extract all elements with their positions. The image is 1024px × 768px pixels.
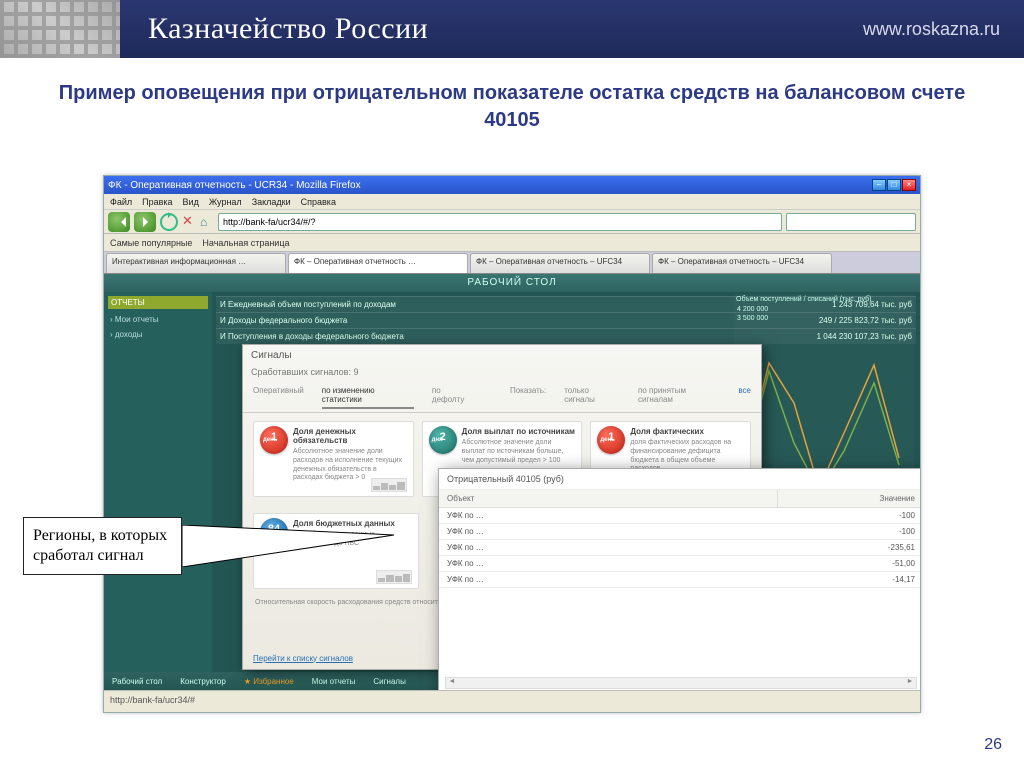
brand-building-image — [0, 0, 120, 58]
footer-favorites[interactable]: ★ Избранное — [244, 677, 294, 686]
dlg2-title: Отрицательный 40105 (руб) — [439, 469, 921, 490]
window-close-button[interactable]: × — [902, 179, 916, 191]
menu-help[interactable]: Справка — [301, 197, 336, 207]
chart-ytick2: 3 500 000 — [734, 314, 914, 323]
brand-header: Казначейство России www.roskazna.ru — [0, 0, 1024, 58]
window-minimize-button[interactable]: – — [872, 179, 886, 191]
page-number: 26 — [984, 736, 1002, 754]
table-row: УФК по …-14,17 — [439, 572, 921, 588]
tab-4[interactable]: ФК – Оперативная отчетность – UFC34 — [652, 253, 832, 273]
table-row: УФК по …-235,61 — [439, 540, 921, 556]
dlg1-show-label: Показать: — [510, 386, 546, 409]
negative-40105-dialog: Отрицательный 40105 (руб) Объект Значени… — [438, 468, 921, 713]
col-object: Объект — [439, 490, 778, 507]
card-body: Доля бюджетных данных доведенных до ПБС — [293, 531, 413, 549]
badge-icon: 84дня — [260, 518, 288, 546]
tab-1[interactable]: Интерактивная информационная … — [106, 253, 286, 273]
dlg1-filter-all[interactable]: все — [738, 386, 751, 409]
menu-edit[interactable]: Правка — [142, 197, 172, 207]
signal-card[interactable]: 1день Доля денежных обязательств Абсолют… — [253, 421, 414, 497]
app-title: РАБОЧИЙ СТОЛ — [104, 274, 920, 292]
menu-history[interactable]: Журнал — [209, 197, 242, 207]
mini-bar-icon — [371, 478, 407, 492]
chart-ytick: 4 200 000 — [734, 305, 914, 314]
bookmark-bar: Самые популярные Начальная страница — [104, 234, 920, 252]
window-titlebar: ФК - Оперативная отчетность - UCR34 - Mo… — [104, 176, 920, 194]
menu-view[interactable]: Вид — [183, 197, 199, 207]
card-title: Доля фактических — [630, 427, 745, 436]
mini-bar-icon — [376, 570, 412, 584]
sidebar-header: ОТЧЕТЫ — [108, 296, 208, 309]
nav-back-button[interactable] — [108, 212, 130, 232]
brand-title: Казначейство России — [148, 12, 428, 46]
browser-tabs: Интерактивная информационная … ФК – Опер… — [104, 252, 920, 274]
slide-title: Пример оповещения при отрицательном пока… — [0, 80, 1024, 134]
browser-screenshot: ФК - Оперативная отчетность - UCR34 - Mo… — [103, 175, 921, 713]
sidebar: ОТЧЕТЫ › Мои отчеты › доходы — [104, 292, 212, 672]
url-bar[interactable]: http://bank-fa/ucr34/#/? — [218, 213, 782, 231]
footer-myreports[interactable]: Мои отчеты — [312, 677, 356, 686]
badge-icon: 1день — [597, 426, 625, 454]
table-row: УФК по …-100 — [439, 524, 921, 540]
menu-file[interactable]: Файл — [110, 197, 132, 207]
callout-text: Регионы, в которых сработал сигнал — [33, 527, 167, 564]
browser-toolbar: ✕ ⌂ http://bank-fa/ucr34/#/? — [104, 210, 920, 234]
row-label: И Поступления в доходы федерального бюдж… — [220, 332, 404, 341]
window-title: ФК - Оперативная отчетность - UCR34 - Mo… — [108, 180, 361, 191]
menu-bookmarks[interactable]: Закладки — [252, 197, 291, 207]
dlg1-link[interactable]: Перейти к списку сигналов — [253, 654, 353, 663]
stop-button[interactable]: ✕ — [182, 215, 196, 229]
home-button[interactable]: ⌂ — [200, 215, 214, 229]
tab-3[interactable]: ФК – Оперативная отчетность – UFC34 — [470, 253, 650, 273]
bookmark-popular[interactable]: Самые популярные — [110, 238, 192, 248]
dlg1-tab-stats[interactable]: по изменению статистики — [322, 386, 414, 409]
url-text: http://bank-fa/ucr34/#/? — [223, 217, 316, 227]
table-row: УФК по …-100 — [439, 508, 921, 524]
card-title: Доля выплат по источникам — [462, 427, 577, 436]
browser-statusbar: http://bank-fa/ucr34/# — [104, 690, 920, 712]
dlg1-tab-default[interactable]: по дефолту — [432, 386, 474, 409]
search-bar[interactable] — [786, 213, 916, 231]
table-row: УФК по …-51,00 — [439, 556, 921, 572]
callout-box: Регионы, в которых сработал сигнал — [23, 517, 182, 575]
brand-url: www.roskazna.ru — [863, 19, 1000, 40]
window-maximize-button[interactable]: □ — [887, 179, 901, 191]
reload-button[interactable] — [160, 213, 178, 231]
footer-desktop[interactable]: Рабочий стол — [112, 677, 162, 686]
dlg1-filter-only[interactable]: только сигналы — [564, 386, 620, 409]
col-value: Значение — [778, 490, 921, 507]
row-label: И Ежедневный объем поступлений по дохода… — [220, 300, 396, 309]
sidebar-item-reports[interactable]: › Мои отчеты — [108, 312, 208, 327]
card-title: Доля бюджетных данных — [293, 519, 413, 528]
nav-forward-button[interactable] — [134, 212, 156, 232]
badge-icon: 1день — [260, 426, 288, 454]
footer-signals[interactable]: Сигналы — [373, 677, 405, 686]
dlg1-filter-accepted[interactable]: по принятым сигналам — [638, 386, 720, 409]
card-title: Доля денежных обязательств — [293, 427, 408, 445]
chart-title: Объем поступлений / списаний (тыс. руб) — [734, 294, 914, 305]
row-label: И Доходы федерального бюджета — [220, 316, 347, 325]
dlg1-tab-operative[interactable]: Оперативный — [253, 386, 304, 409]
sidebar-item-income[interactable]: › доходы — [108, 327, 208, 342]
bookmark-startpage[interactable]: Начальная страница — [202, 238, 289, 248]
status-text: http://bank-fa/ucr34/# — [110, 695, 195, 705]
tab-2[interactable]: ФК – Оперативная отчетность … — [288, 253, 468, 273]
footer-builder[interactable]: Конструктор — [180, 677, 226, 686]
signal-card[interactable]: 84дня Доля бюджетных данных Доля бюджетн… — [253, 513, 419, 589]
card-body: Абсолютное значение доли выплат по источ… — [462, 439, 577, 465]
browser-menubar: Файл Правка Вид Журнал Закладки Справка — [104, 194, 920, 210]
badge-icon: 2дня — [429, 426, 457, 454]
horizontal-scrollbar[interactable] — [445, 677, 917, 689]
signals-title: Сигналы — [243, 345, 761, 366]
table-header: Объект Значение — [439, 490, 921, 508]
signals-subtitle: Сработавших сигналов: 9 — [243, 366, 761, 383]
